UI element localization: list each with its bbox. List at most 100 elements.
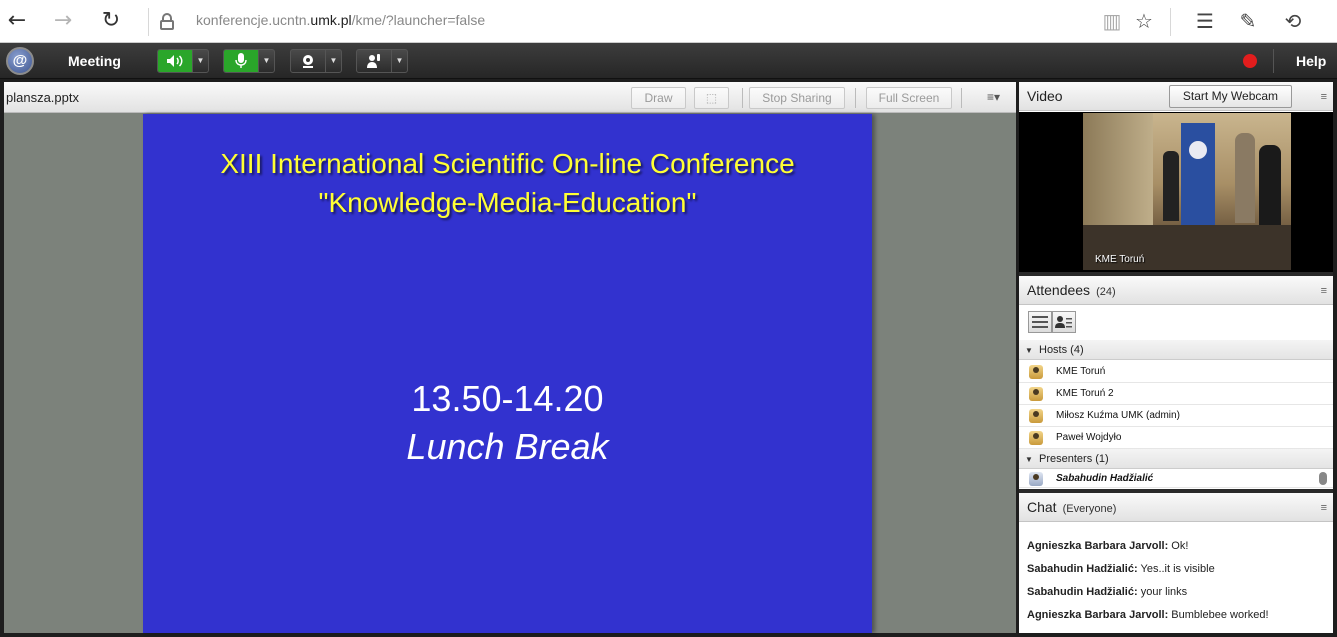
speaker-control[interactable]: ▼ bbox=[157, 49, 209, 73]
connect-logo-icon: @ bbox=[6, 47, 34, 75]
toolbar-divider bbox=[148, 8, 149, 36]
chevron-down-icon[interactable]: ▼ bbox=[192, 50, 208, 72]
attendees-title: Attendees bbox=[1027, 282, 1091, 298]
chat-message: Sabahudin Hadžialić: Yes..it is visible bbox=[1027, 563, 1215, 575]
back-icon[interactable]: ← bbox=[4, 8, 30, 34]
eraser-icon: ⬚ bbox=[705, 91, 718, 105]
slide-time: 13.50-14.20 bbox=[411, 378, 604, 419]
attendee-row[interactable]: Miłosz Kuźma UMK (admin) bbox=[1019, 405, 1333, 427]
attendee-name: Paweł Wojdyło bbox=[1056, 432, 1122, 443]
url-domain: umk.pl bbox=[310, 12, 352, 28]
chat-text: Bumblebee worked! bbox=[1171, 609, 1269, 621]
person-list-icon bbox=[1055, 316, 1072, 328]
appbar-divider bbox=[1273, 49, 1274, 73]
pod-menu-icon[interactable]: ≡▾ bbox=[987, 90, 1000, 104]
chat-scope: (Everyone) bbox=[1062, 503, 1117, 515]
start-webcam-button[interactable]: Start My Webcam bbox=[1169, 85, 1292, 108]
reading-view-icon[interactable]: ▥ bbox=[1100, 9, 1124, 33]
attendee-name: KME Toruń bbox=[1056, 366, 1106, 377]
pod-menu-icon[interactable]: ≡ bbox=[1321, 285, 1327, 297]
help-menu[interactable]: Help bbox=[1296, 53, 1326, 69]
toolbar-divider bbox=[1170, 8, 1171, 36]
pod-menu-icon[interactable]: ≡ bbox=[1321, 91, 1327, 103]
attendees-pod-header: Attendees (24) ≡ bbox=[1019, 276, 1333, 305]
chat-sender: Sabahudin Hadžialić: bbox=[1027, 586, 1138, 598]
attendee-row[interactable]: KME Toruń 2 bbox=[1019, 383, 1333, 405]
webcam-control[interactable]: ▼ bbox=[290, 49, 342, 73]
microphone-control[interactable]: ▼ bbox=[223, 49, 275, 73]
attendee-name: Sabahudin Hadžialić bbox=[1056, 473, 1154, 484]
hub-icon[interactable]: ☰ bbox=[1193, 9, 1217, 33]
browser-toolbar: ← → ↻ konferencje.ucntn.umk.pl/kme/?laun… bbox=[0, 0, 1337, 43]
chat-sender: Agnieszka Barbara Jarvoll: bbox=[1027, 609, 1169, 621]
collapse-triangle-icon: ▼ bbox=[1025, 455, 1033, 464]
host-icon bbox=[1029, 365, 1043, 379]
speaker-icon[interactable] bbox=[158, 50, 192, 72]
chat-text: Ok! bbox=[1171, 540, 1189, 552]
meeting-menu[interactable]: Meeting bbox=[68, 53, 121, 69]
list-view-icon bbox=[1032, 316, 1048, 328]
attendee-row[interactable]: Sabahudin Hadžialić bbox=[1019, 470, 1333, 488]
attendee-row[interactable]: Paweł Wojdyło bbox=[1019, 427, 1333, 449]
shared-file-name: plansza.pptx bbox=[6, 90, 79, 105]
host-icon bbox=[1029, 387, 1043, 401]
lock-icon bbox=[160, 13, 174, 30]
presenter-icon bbox=[1029, 472, 1043, 486]
chat-pod-title: Chat (Everyone) bbox=[1027, 499, 1116, 515]
hosts-label: Hosts (4) bbox=[1039, 344, 1084, 356]
host-icon bbox=[1029, 431, 1043, 445]
share-icon[interactable]: ⟲ bbox=[1281, 9, 1305, 33]
attendee-row[interactable]: KME Toruń bbox=[1019, 361, 1333, 383]
share-pod: plansza.pptx Draw ⬚ Stop Sharing Full Sc… bbox=[4, 82, 1016, 633]
chevron-down-icon[interactable]: ▼ bbox=[258, 50, 274, 72]
attendees-pod-title: Attendees (24) bbox=[1027, 282, 1116, 298]
slide-title-line1: XIII International Scientific On-line Co… bbox=[220, 148, 795, 179]
refresh-icon[interactable]: ↻ bbox=[98, 8, 124, 34]
chat-sender: Sabahudin Hadžialić: bbox=[1027, 563, 1138, 575]
chevron-down-icon[interactable]: ▼ bbox=[325, 50, 341, 72]
forward-icon[interactable]: → bbox=[50, 8, 76, 34]
presenters-label: Presenters (1) bbox=[1039, 453, 1109, 465]
video-pod-header: Video Start My Webcam ≡ bbox=[1019, 82, 1333, 111]
record-indicator-icon[interactable] bbox=[1243, 54, 1257, 68]
chat-message: Sabahudin Hadžialić: your links bbox=[1027, 586, 1187, 598]
header-divider bbox=[855, 88, 856, 108]
list-view-button[interactable] bbox=[1028, 311, 1052, 333]
chat-sender: Agnieszka Barbara Jarvoll: bbox=[1027, 540, 1169, 552]
slide-title: XIII International Scientific On-line Co… bbox=[143, 144, 872, 222]
banner-image bbox=[1181, 123, 1215, 233]
attendee-name: Miłosz Kuźma UMK (admin) bbox=[1056, 410, 1180, 421]
raise-hand-icon[interactable] bbox=[357, 50, 391, 72]
video-feed-label: KME Toruń bbox=[1095, 254, 1145, 265]
web-note-icon[interactable]: ✎ bbox=[1236, 9, 1260, 33]
full-screen-button[interactable]: Full Screen bbox=[866, 87, 952, 109]
url-prefix: konferencje.ucntn. bbox=[196, 12, 311, 28]
url-suffix: /kme/?launcher=false bbox=[351, 12, 486, 28]
address-bar[interactable]: konferencje.ucntn.umk.pl/kme/?launcher=f… bbox=[196, 12, 485, 28]
raise-hand-control[interactable]: ▼ bbox=[356, 49, 408, 73]
video-pod: Video Start My Webcam ≡ KME Toruń bbox=[1019, 82, 1333, 272]
collapse-triangle-icon: ▼ bbox=[1025, 346, 1033, 355]
right-panel: Video Start My Webcam ≡ KME Toruń Attend… bbox=[1019, 82, 1333, 633]
connect-menu-bar: @ Meeting ▼ ▼ ▼ ▼ Help bbox=[0, 43, 1337, 79]
video-feed: KME Toruń bbox=[1083, 113, 1291, 270]
role-view-button[interactable] bbox=[1052, 311, 1076, 333]
hosts-section-header[interactable]: ▼ Hosts (4) bbox=[1019, 340, 1333, 360]
presentation-slide: XIII International Scientific On-line Co… bbox=[143, 114, 872, 633]
video-area: KME Toruń bbox=[1019, 112, 1333, 272]
stop-sharing-button[interactable]: Stop Sharing bbox=[749, 87, 845, 109]
chat-message: Agnieszka Barbara Jarvoll: Ok! bbox=[1027, 540, 1188, 552]
chat-title: Chat bbox=[1027, 499, 1057, 515]
pointer-tool-button[interactable]: ⬚ bbox=[694, 87, 729, 109]
pod-menu-icon[interactable]: ≡ bbox=[1321, 502, 1327, 514]
microphone-icon[interactable] bbox=[224, 50, 258, 72]
webcam-icon[interactable] bbox=[291, 50, 325, 72]
chat-pod: Chat (Everyone) ≡ Agnieszka Barbara Jarvo… bbox=[1019, 493, 1333, 633]
chevron-down-icon[interactable]: ▼ bbox=[391, 50, 407, 72]
favorite-star-icon[interactable]: ☆ bbox=[1132, 9, 1156, 33]
share-pod-header: plansza.pptx Draw ⬚ Stop Sharing Full Sc… bbox=[4, 82, 1016, 113]
header-divider bbox=[742, 88, 743, 108]
presenters-section-header[interactable]: ▼ Presenters (1) bbox=[1019, 449, 1333, 469]
video-pod-title: Video bbox=[1027, 88, 1063, 104]
draw-button[interactable]: Draw bbox=[631, 87, 686, 109]
